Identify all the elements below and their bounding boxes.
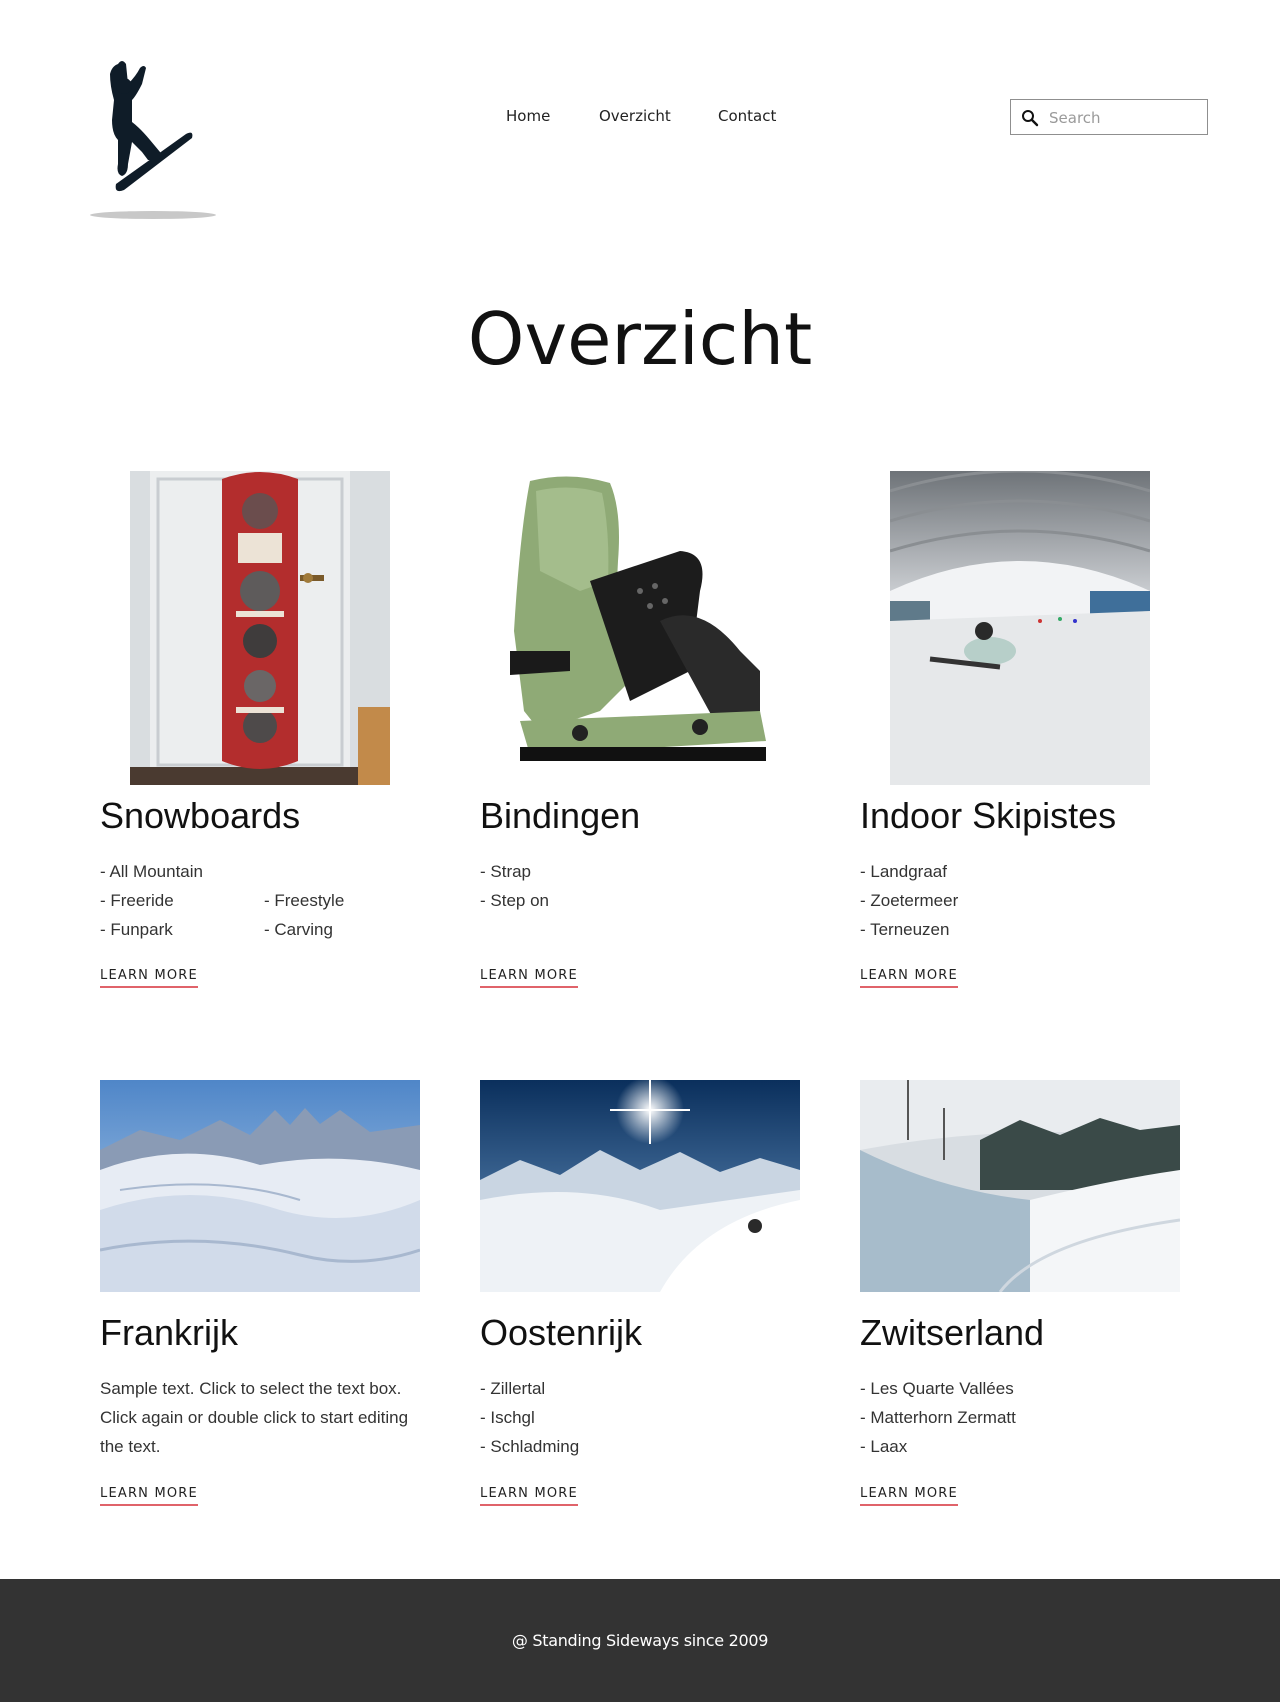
card-zwitserland: Zwitserland - Les Quarte Vallées - Matte… [860,1080,1180,1520]
list-item: - Zillertal [480,1379,546,1398]
list-item: - Step on [480,891,549,910]
list-item: - Carving [264,920,333,939]
list-item: - Freestyle [264,891,345,910]
card-title: Snowboards [100,795,301,836]
snowboarder-logo-icon[interactable] [88,56,218,221]
list-item: - Les Quarte Vallées [860,1379,1014,1398]
search-input[interactable] [1047,106,1201,130]
list-item: - All Mountain [100,862,203,881]
learn-more-link[interactable]: LEARN MORE [480,1486,578,1506]
card-frankrijk: Frankrijk Sample text. Click to select t… [100,1080,420,1520]
site-header: Home Overzicht Contact [0,0,1280,260]
card-oostenrijk: Oostenrijk - Zillertal - Ischgl - Schlad… [480,1080,800,1520]
search-box[interactable] [1010,99,1208,135]
list-item: - Landgraaf [860,862,947,881]
binding-image [510,471,770,785]
card-text: Sample text. Click to select the text bo… [100,1379,409,1456]
card-title: Bindingen [480,795,641,836]
card-bindingen: Bindingen - Strap - Step on LEARN MORE [480,471,800,991]
learn-more-link[interactable]: LEARN MORE [100,1486,198,1506]
card-title: Oostenrijk [480,1312,643,1353]
site-footer: @ Standing Sideways since 2009 [0,1579,1280,1702]
nav-overzicht[interactable]: Overzicht [599,107,671,125]
learn-more-link[interactable]: LEARN MORE [100,968,198,988]
card-indoor-skipistes: Indoor Skipistes - Landgraaf - Zoetermee… [860,471,1180,991]
card-title: Zwitserland [860,1312,1045,1353]
card-title: Indoor Skipistes [860,795,1117,836]
card-list: - Landgraaf - Zoetermeer - Terneuzen [860,857,1180,947]
nav-contact[interactable]: Contact [718,107,776,125]
search-icon[interactable] [1021,109,1039,127]
list-item: - Schladming [480,1437,580,1456]
list-item: - Freeride [100,891,174,910]
list-item: - Matterhorn Zermatt [860,1408,1016,1427]
footer-copyright: @ Standing Sideways since 2009 [511,1631,769,1650]
card-snowboards: Snowboards - All Mountain - Freeride - F… [100,471,420,991]
oostenrijk-image [480,1080,800,1292]
list-item: - Ischgl [480,1408,535,1427]
page-title: Overzicht [467,297,813,381]
list-item: - Laax [860,1437,908,1456]
list-item: - Terneuzen [860,920,950,939]
card-list: - All Mountain - Freeride - Freestyle - … [100,857,420,947]
learn-more-link[interactable]: LEARN MORE [860,968,958,988]
list-item: - Zoetermeer [860,891,959,910]
card-list: - Strap - Step on [480,857,800,917]
card-list: - Les Quarte Vallées - Matterhorn Zermat… [860,1374,1180,1464]
list-item: - Strap [480,862,532,881]
snowboard-image [130,471,390,785]
learn-more-link[interactable]: LEARN MORE [860,1486,958,1506]
learn-more-link[interactable]: LEARN MORE [480,968,578,988]
nav-home[interactable]: Home [506,107,550,125]
list-item: - Funpark [100,920,173,939]
card-title: Frankrijk [100,1312,239,1353]
card-list: - Zillertal - Ischgl - Schladming [480,1374,800,1464]
frankrijk-image [100,1080,420,1292]
indoor-ski-image [890,471,1150,785]
zwitserland-image [860,1080,1180,1292]
